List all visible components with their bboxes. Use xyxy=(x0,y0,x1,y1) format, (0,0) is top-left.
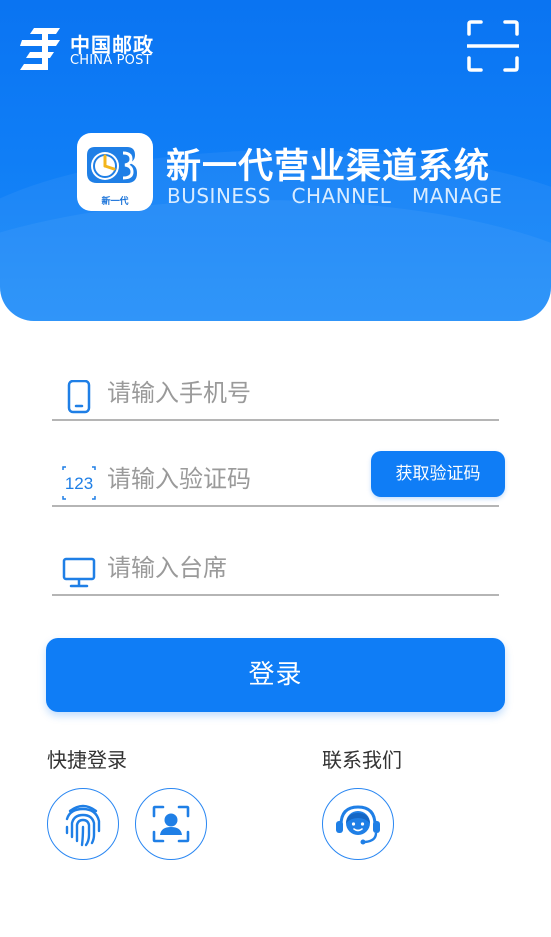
svg-text:123: 123 xyxy=(65,474,93,493)
seat-field xyxy=(52,534,499,596)
header-banner: 中国邮政 CHINA POST 新一代 新一代营业渠道系统 BUSINESS C… xyxy=(0,0,551,321)
logo-english-text: CHINA POST xyxy=(70,53,152,68)
contact-us-label: 联系我们 xyxy=(322,748,402,772)
app-icon: 新一代 xyxy=(77,133,153,211)
fingerprint-login-button[interactable] xyxy=(47,788,119,860)
login-page: 中国邮政 CHINA POST 新一代 新一代营业渠道系统 BUSINESS C… xyxy=(0,0,551,937)
scan-button[interactable] xyxy=(465,20,521,72)
app-icon-label: 新一代 xyxy=(101,197,129,207)
phone-input[interactable] xyxy=(107,375,407,411)
china-post-emblem-icon xyxy=(20,28,60,70)
app-subtitle: BUSINESS CHANNEL MANAGE xyxy=(167,184,503,208)
clock-logo-icon xyxy=(87,147,137,183)
get-code-button[interactable]: 获取验证码 xyxy=(371,451,505,497)
face-scan-icon xyxy=(152,805,190,843)
phone-field xyxy=(52,359,499,421)
headset-support-icon xyxy=(336,805,380,845)
numeric-123-icon: 123 xyxy=(62,466,96,500)
fingerprint-icon xyxy=(65,804,101,847)
seat-input[interactable] xyxy=(107,550,407,586)
app-title: 新一代营业渠道系统 xyxy=(166,147,491,187)
customer-service-button[interactable] xyxy=(322,788,394,860)
quick-login-label: 快捷登录 xyxy=(47,748,127,772)
monitor-icon xyxy=(62,557,96,588)
face-login-button[interactable] xyxy=(135,788,207,860)
phone-icon xyxy=(67,380,91,414)
login-button[interactable]: 登录 xyxy=(46,638,505,712)
verification-code-input[interactable] xyxy=(107,461,407,497)
scan-icon xyxy=(465,20,521,72)
